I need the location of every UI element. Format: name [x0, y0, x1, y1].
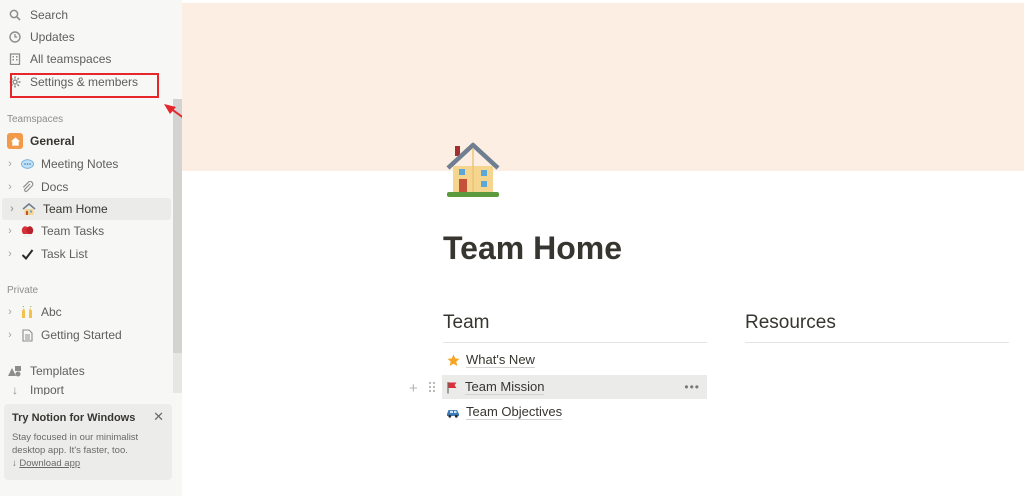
page-cover[interactable]	[182, 3, 1024, 171]
download-app-link[interactable]: ↓ Download app	[12, 458, 164, 469]
sidebar-item-label: Docs	[41, 180, 69, 194]
sidebar-item-label: Search	[30, 8, 69, 22]
link-label: What's New	[466, 351, 535, 368]
drag-handle-icon[interactable]	[428, 381, 436, 393]
search-icon	[8, 8, 22, 22]
home-icon	[7, 133, 23, 149]
chevron-right-icon[interactable]: ›	[5, 329, 15, 341]
sidebar-item-label: Meeting Notes	[41, 157, 119, 171]
sidebar-item-label: All teamspaces	[30, 52, 112, 66]
download-app-link-text[interactable]: Download app	[19, 458, 80, 469]
link-label: Team Mission	[465, 378, 545, 395]
private-section-label: Private	[7, 285, 39, 296]
sidebar-item-label: Templates	[30, 364, 85, 378]
chevron-right-icon[interactable]: ›	[5, 225, 15, 237]
page-title[interactable]: Team Home	[443, 230, 622, 267]
chevron-right-icon[interactable]: ›	[5, 248, 15, 260]
sidebar-item-label: Import	[30, 383, 65, 395]
paperclip-icon	[19, 179, 35, 195]
column-heading-resources[interactable]: Resources	[745, 312, 836, 334]
sidebar-item-label: Abc	[41, 305, 62, 319]
link-label: Team Objectives	[466, 403, 563, 420]
templates-icon	[6, 364, 22, 378]
add-block-icon[interactable]: +	[409, 380, 418, 397]
boxing-glove-icon	[19, 223, 35, 239]
sidebar-item-abc[interactable]: › Abc	[0, 301, 172, 323]
teamspaces-section-label: Teamspaces	[7, 114, 64, 125]
star-icon	[445, 352, 461, 368]
sidebar-item-updates[interactable]: Updates	[0, 26, 172, 48]
divider	[443, 342, 707, 343]
notice-title: Try Notion for Windows	[12, 412, 136, 424]
highlight-box	[10, 73, 159, 98]
more-options-icon[interactable]: •••	[684, 380, 700, 394]
column-heading-team[interactable]: Team	[443, 312, 489, 334]
car-icon	[445, 404, 461, 420]
house-icon	[21, 201, 37, 217]
house-icon[interactable]	[443, 142, 505, 200]
desktop-app-notice: Try Notion for Windows ✕ Stay focused in…	[4, 404, 172, 480]
sidebar-item-getting-started[interactable]: › Getting Started	[0, 324, 172, 346]
sidebar-scrollbar-track[interactable]	[173, 353, 182, 393]
chevron-right-icon[interactable]: ›	[7, 203, 17, 215]
sidebar-item-meeting-notes[interactable]: › Meeting Notes	[0, 153, 172, 175]
download-arrow-icon: ↓	[12, 458, 17, 469]
sidebar-item-label: Team Home	[43, 202, 108, 216]
sidebar-item-all-teamspaces[interactable]: All teamspaces	[0, 48, 172, 70]
sidebar-item-label: Task List	[41, 247, 88, 261]
raised-hands-icon	[19, 304, 35, 320]
building-icon	[8, 52, 22, 66]
divider	[745, 342, 1009, 343]
link-team-objectives[interactable]: Team Objectives	[443, 400, 707, 424]
link-team-mission[interactable]: Team Mission •••	[442, 375, 707, 399]
sidebar-item-general[interactable]: General	[0, 130, 172, 152]
sidebar-item-label: Getting Started	[41, 328, 122, 342]
sidebar-item-import[interactable]: ↓ Import	[0, 383, 172, 395]
sidebar-item-team-tasks[interactable]: › Team Tasks	[0, 220, 172, 242]
chevron-right-icon[interactable]: ›	[5, 158, 15, 170]
sidebar-item-templates[interactable]: Templates	[0, 360, 172, 382]
sidebar-item-search[interactable]: Search	[0, 4, 172, 26]
notice-body: Stay focused in our minimalist desktop a…	[12, 432, 139, 456]
sidebar-item-label: Team Tasks	[41, 224, 105, 238]
page-icon	[19, 327, 35, 343]
sidebar-item-label: General	[30, 134, 75, 148]
red-flag-icon	[444, 379, 460, 395]
sidebar-item-label: Updates	[30, 30, 75, 44]
chevron-right-icon[interactable]: ›	[5, 181, 15, 193]
checkmark-icon	[19, 246, 35, 262]
link-whats-new[interactable]: What's New	[443, 348, 707, 372]
speech-bubble-icon	[19, 156, 35, 172]
chevron-right-icon[interactable]: ›	[5, 306, 15, 318]
sidebar-item-team-home[interactable]: › Team Home	[2, 198, 171, 220]
download-arrow-icon: ↓	[12, 383, 18, 395]
sidebar-item-task-list[interactable]: › Task List	[0, 243, 172, 265]
sidebar-item-docs[interactable]: › Docs	[0, 176, 172, 198]
clock-icon	[8, 30, 22, 44]
close-icon[interactable]: ✕	[153, 409, 164, 425]
